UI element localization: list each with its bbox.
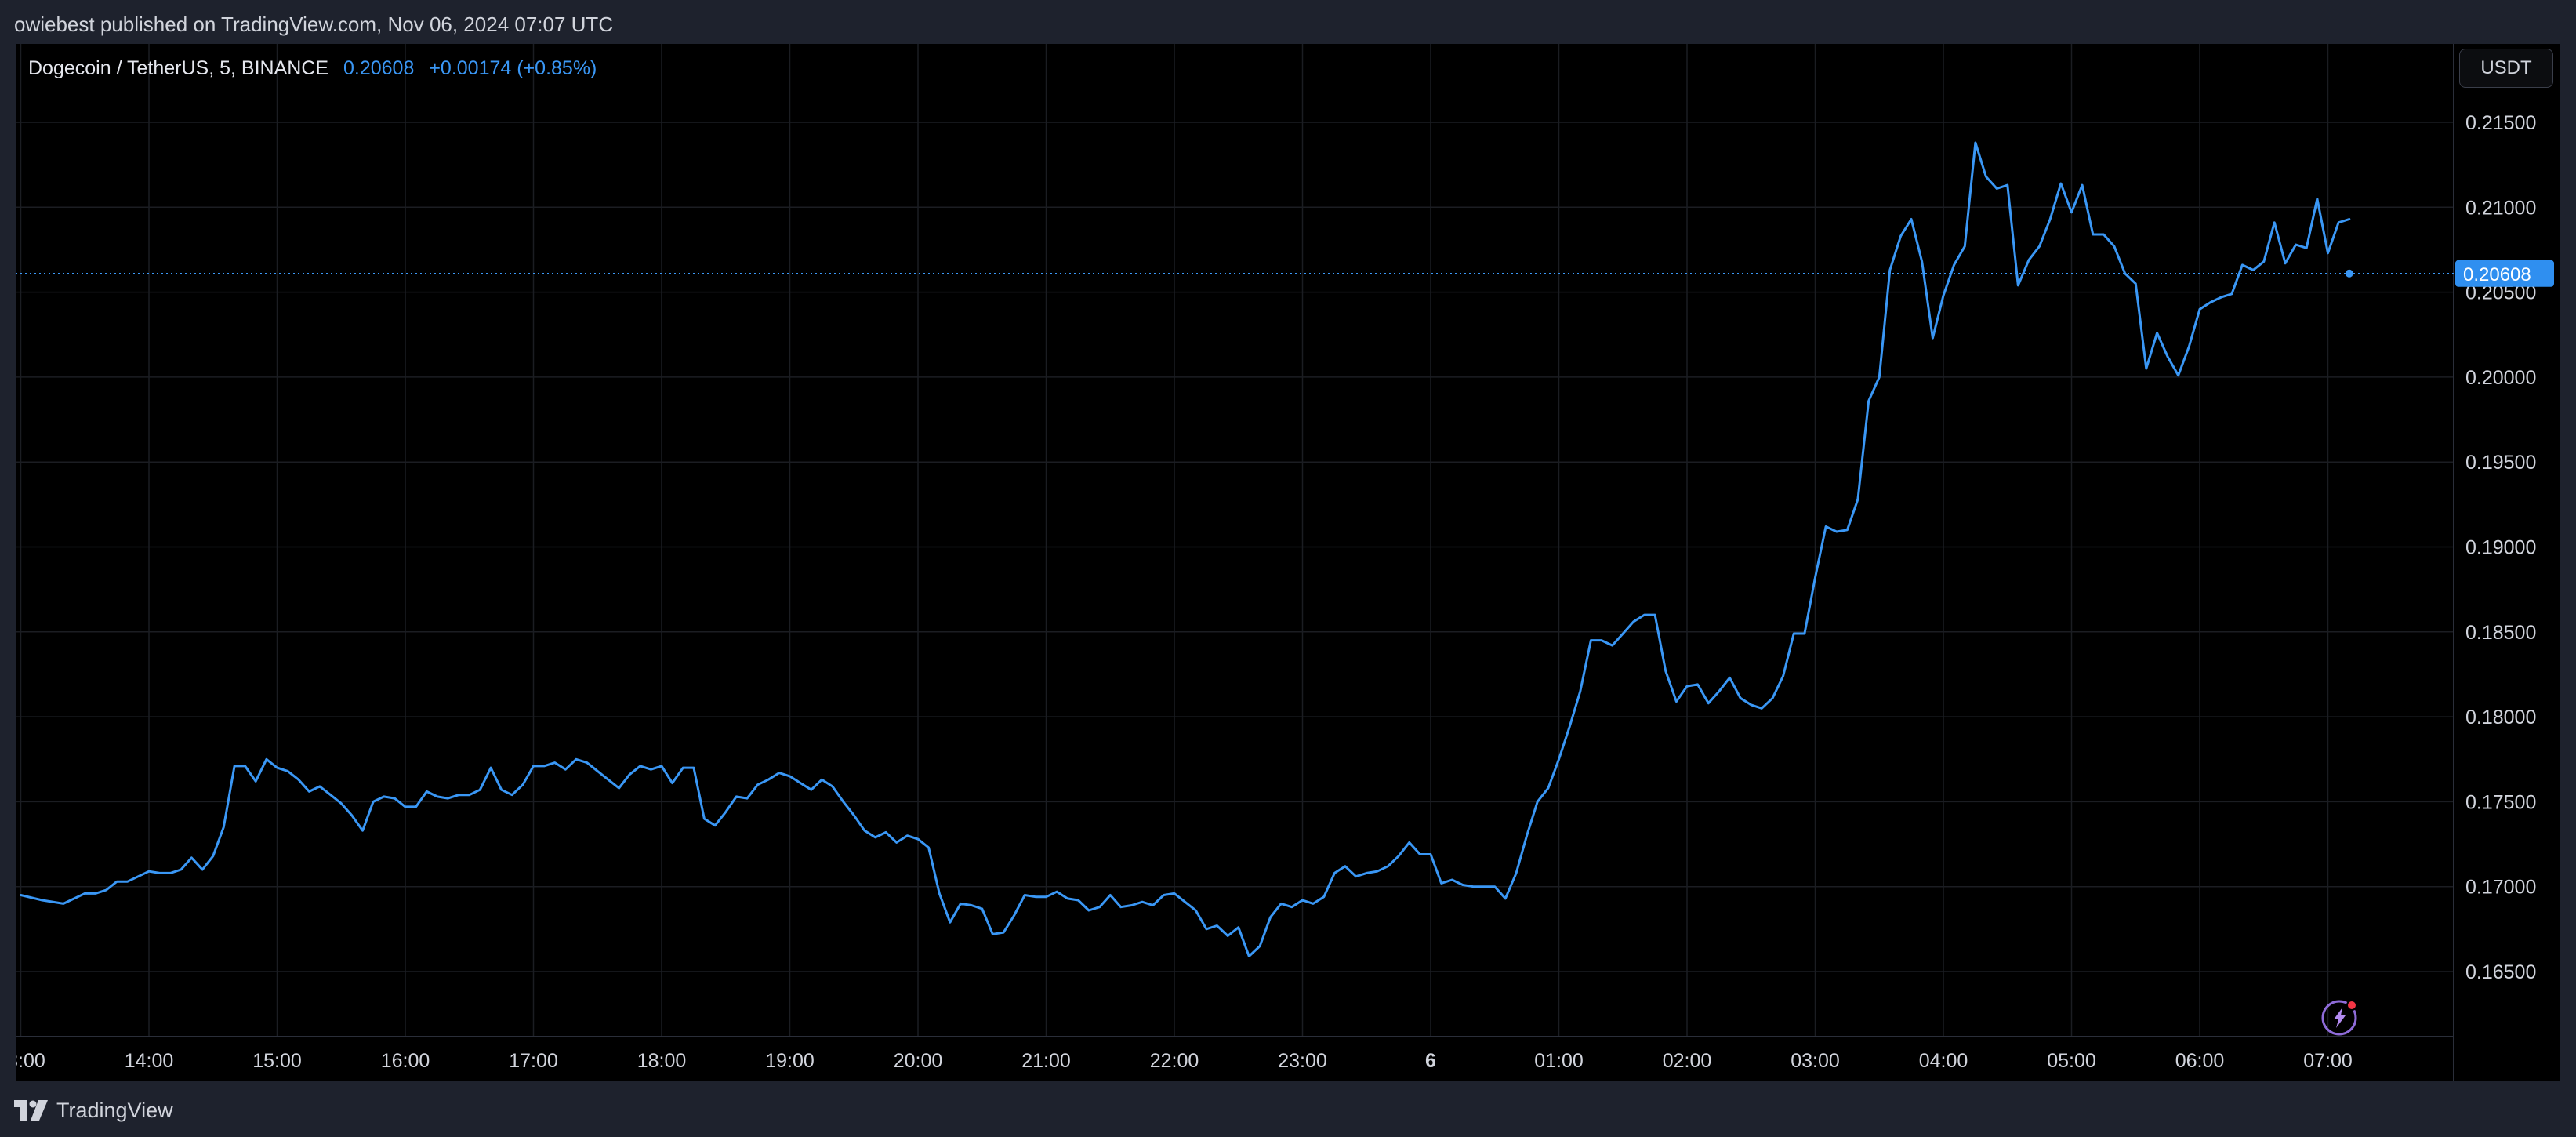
axis-layer: 0.16500 0.17000 0.17500 0.18000 0.18500 0.190… (16, 44, 2536, 1081)
last-price-value: 0.20608 (343, 57, 415, 79)
tradingview-brand-text: TradingView (56, 1098, 173, 1122)
x-tick-label: 01:00 (1534, 1050, 1584, 1072)
last-price-tag-text: 0.20608 (2463, 264, 2531, 285)
y-tick-label: 0.20000 (2465, 367, 2536, 389)
x-tick-label: 6 (1425, 1050, 1436, 1072)
currency-button[interactable]: USDT (2459, 49, 2553, 88)
x-tick-label: 18:00 (637, 1050, 687, 1072)
tradingview-logo[interactable]: TradingView (14, 1095, 173, 1126)
x-tick-label: 21:00 (1021, 1050, 1071, 1072)
y-tick-label: 0.21000 (2465, 197, 2536, 219)
price-change: +0.00174 (+0.85%) (429, 57, 597, 79)
x-tick-label: 03:00 (1791, 1050, 1840, 1072)
y-tick-label: 0.19000 (2465, 537, 2536, 559)
x-tick-label: 22:00 (1150, 1050, 1199, 1072)
x-tick-label: 02:00 (1663, 1050, 1712, 1072)
y-tick-label: 0.18000 (2465, 707, 2536, 728)
x-tick-label: 14:00 (125, 1050, 174, 1072)
publisher-caption: owiebest published on TradingView.com, N… (14, 13, 614, 36)
tradingview-logo-icon (14, 1100, 48, 1121)
price-series-line (20, 141, 2351, 957)
y-tick-label: 0.19500 (2465, 452, 2536, 474)
symbol-legend: Dogecoin / TetherUS, 5, BINANCE 0.20608 … (28, 55, 597, 82)
x-tick-label: 19:00 (765, 1050, 815, 1072)
x-tick-label: 15:00 (252, 1050, 302, 1072)
last-price-tag: 0.20608 (2455, 260, 2554, 287)
y-tick-label: 0.18500 (2465, 622, 2536, 644)
x-tick-label: 23:00 (1278, 1050, 1327, 1072)
x-tick-label: 05:00 (2047, 1050, 2096, 1072)
last-price-point (2345, 269, 2353, 278)
x-tick-label: 13:00 (16, 1050, 45, 1072)
x-tick-label: 16:00 (381, 1050, 430, 1072)
chart-frame[interactable]: 0.16500 0.17000 0.17500 0.18000 0.18500 0.190… (16, 44, 2560, 1081)
chart-svg[interactable]: 0.16500 0.17000 0.17500 0.18000 0.18500 0.190… (16, 44, 2560, 1081)
y-tick-label: 0.21500 (2465, 112, 2536, 134)
symbol-name: Dogecoin / TetherUS, 5, BINANCE (28, 57, 329, 79)
y-tick-label: 0.17000 (2465, 877, 2536, 899)
y-tick-label: 0.16500 (2465, 961, 2536, 983)
x-tick-label: 06:00 (2175, 1050, 2225, 1072)
x-tick-label: 04:00 (1919, 1050, 1968, 1072)
x-tick-label: 20:00 (894, 1050, 943, 1072)
x-tick-label: 17:00 (509, 1050, 558, 1072)
footer-bar (0, 1081, 2576, 1137)
y-tick-label: 0.17500 (2465, 791, 2536, 813)
grid-layer (16, 44, 2454, 1037)
x-tick-label: 07:00 (2303, 1050, 2353, 1072)
